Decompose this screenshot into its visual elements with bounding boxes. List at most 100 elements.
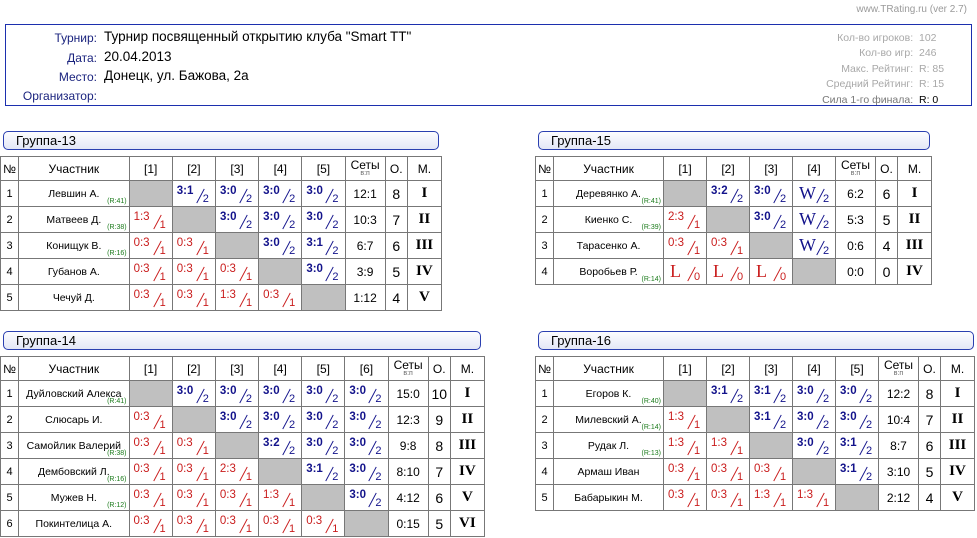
player-name-cell[interactable]: Бабарыкин М. <box>553 484 664 511</box>
match-result[interactable]: 3:0 2 <box>171 380 216 407</box>
match-result[interactable]: 0:3 1 <box>749 458 793 485</box>
match-result[interactable]: 0:3 1 <box>128 258 173 285</box>
match-result[interactable]: 1:3 1 <box>706 432 750 459</box>
match-result[interactable]: 3:0 2 <box>258 380 303 407</box>
player-name[interactable]: Милевский А. <box>575 414 641 426</box>
match-result[interactable]: 3:0 2 <box>301 258 346 285</box>
match-result[interactable]: 0:3 1 <box>128 458 173 485</box>
match-result[interactable]: 0:3 1 <box>663 484 707 511</box>
match-result[interactable]: 0:3 1 <box>301 510 346 537</box>
match-result[interactable]: 3:0 2 <box>214 380 260 407</box>
match-result[interactable]: 0:3 1 <box>258 284 303 311</box>
match-result[interactable]: 3:0 2 <box>258 206 303 233</box>
player-name[interactable]: Дембовский Л. <box>38 466 110 478</box>
player-name[interactable]: Киенко С. <box>585 214 633 226</box>
player-name[interactable]: Бабарыкин М. <box>574 492 643 504</box>
match-result[interactable]: 3:1 2 <box>749 380 793 407</box>
match-result[interactable]: 3:1 2 <box>749 406 793 433</box>
match-result[interactable]: 3:0 2 <box>301 432 346 459</box>
match-result[interactable]: 3:0 2 <box>258 180 303 207</box>
match-result[interactable]: 0:3 1 <box>214 484 260 511</box>
match-result[interactable]: 2:3 1 <box>214 458 260 485</box>
match-result[interactable]: W2 <box>792 232 836 259</box>
match-result[interactable]: 1:3 1 <box>214 284 260 311</box>
player-name[interactable]: Покинтелица А. <box>36 518 113 530</box>
player-name[interactable]: Конищук В. <box>46 240 101 252</box>
match-result[interactable]: 0:3 1 <box>128 510 173 537</box>
player-name[interactable]: Воробьев Р. <box>579 266 637 278</box>
player-name-cell[interactable]: Покинтелица А. <box>18 510 130 537</box>
match-result[interactable]: 3:1 2 <box>171 180 216 207</box>
match-result[interactable]: 0:3 1 <box>706 484 750 511</box>
player-name-cell[interactable]: Матвеев Д. (R:38) <box>18 206 130 233</box>
player-name-cell[interactable]: Милевский А. (R:14) <box>553 406 664 433</box>
match-result[interactable]: 3:1 2 <box>301 232 346 259</box>
match-result[interactable]: 3:1 2 <box>835 432 879 459</box>
match-result[interactable]: 0:3 1 <box>171 232 216 259</box>
match-result[interactable]: 3:0 2 <box>301 380 346 407</box>
match-result[interactable]: 0:3 1 <box>171 458 216 485</box>
match-result[interactable]: L0 <box>663 258 707 285</box>
match-result[interactable]: 3:0 2 <box>301 180 346 207</box>
match-result[interactable]: 3:0 2 <box>344 458 389 485</box>
match-result[interactable]: 0:3 1 <box>171 432 216 459</box>
match-result[interactable]: 3:2 2 <box>706 180 750 207</box>
match-result[interactable]: W2 <box>792 206 836 233</box>
match-result[interactable]: 3:2 2 <box>258 432 303 459</box>
match-result[interactable]: 0:3 1 <box>171 510 216 537</box>
player-name-cell[interactable]: Самойлик Валерий (R:38) <box>18 432 130 459</box>
player-name-cell[interactable]: Деревянко А. (R:41) <box>553 180 664 207</box>
player-name-cell[interactable]: Армаш Иван <box>553 458 664 485</box>
match-result[interactable]: 3:0 2 <box>214 206 260 233</box>
match-result[interactable]: 3:0 2 <box>301 206 346 233</box>
player-name[interactable]: Егоров К. <box>586 388 632 400</box>
player-name[interactable]: Армаш Иван <box>578 466 640 478</box>
match-result[interactable]: 3:1 2 <box>835 458 879 485</box>
match-result[interactable]: 0:3 1 <box>214 258 260 285</box>
match-result[interactable]: L0 <box>706 258 750 285</box>
match-result[interactable]: 3:1 2 <box>706 380 750 407</box>
match-result[interactable]: 3:0 2 <box>749 180 793 207</box>
player-name[interactable]: Чечуй Д. <box>53 292 95 304</box>
match-result[interactable]: 3:0 2 <box>301 406 346 433</box>
match-result[interactable]: 3:0 2 <box>792 406 836 433</box>
match-result[interactable]: 3:1 2 <box>301 458 346 485</box>
match-result[interactable]: 3:0 2 <box>344 432 389 459</box>
match-result[interactable]: 3:0 2 <box>835 380 879 407</box>
match-result[interactable]: 0:3 1 <box>663 232 707 259</box>
match-result[interactable]: 0:3 1 <box>214 510 260 537</box>
match-result[interactable]: 3:0 2 <box>792 432 836 459</box>
match-result[interactable]: 3:0 2 <box>344 406 389 433</box>
match-result[interactable]: 3:0 2 <box>214 180 260 207</box>
match-result[interactable]: 0:3 1 <box>663 458 707 485</box>
match-result[interactable]: 0:3 1 <box>258 510 303 537</box>
player-name[interactable]: Слюсарь И. <box>45 414 102 426</box>
player-name-cell[interactable]: Дуйловский Алекса (R:41) <box>18 380 130 407</box>
match-result[interactable]: 0:3 1 <box>128 284 173 311</box>
player-name[interactable]: Губанов А. <box>48 266 100 278</box>
match-result[interactable]: 3:0 2 <box>749 206 793 233</box>
match-result[interactable]: 0:3 1 <box>128 432 173 459</box>
match-result[interactable]: 0:3 1 <box>128 232 173 259</box>
match-result[interactable]: 3:0 2 <box>258 406 303 433</box>
match-result[interactable]: 0:3 1 <box>128 406 173 433</box>
player-name-cell[interactable]: Дембовский Л. (R:16) <box>18 458 130 485</box>
match-result[interactable]: 3:0 2 <box>214 406 260 433</box>
match-result[interactable]: 0:3 1 <box>171 258 216 285</box>
player-name-cell[interactable]: Мужев Н. (R:12) <box>18 484 130 511</box>
match-result[interactable]: 0:3 1 <box>171 284 216 311</box>
match-result[interactable]: 3:0 2 <box>258 232 303 259</box>
player-name-cell[interactable]: Левшин А. (R:41) <box>18 180 130 207</box>
player-name-cell[interactable]: Слюсарь И. <box>18 406 130 433</box>
match-result[interactable]: 0:3 1 <box>171 484 216 511</box>
match-result[interactable]: 3:0 2 <box>344 380 389 407</box>
site-version[interactable]: www.TRating.ru (ver 2.7) <box>856 4 967 15</box>
player-name-cell[interactable]: Тарасенко А. <box>553 232 664 259</box>
match-result[interactable]: W2 <box>792 180 836 207</box>
player-name-cell[interactable]: Чечуй Д. <box>18 284 130 311</box>
match-result[interactable]: 3:0 2 <box>835 406 879 433</box>
match-result[interactable]: 1:3 1 <box>258 484 303 511</box>
match-result[interactable]: L0 <box>749 258 793 285</box>
match-result[interactable]: 2:3 1 <box>663 206 707 233</box>
match-result[interactable]: 0:3 1 <box>706 232 750 259</box>
